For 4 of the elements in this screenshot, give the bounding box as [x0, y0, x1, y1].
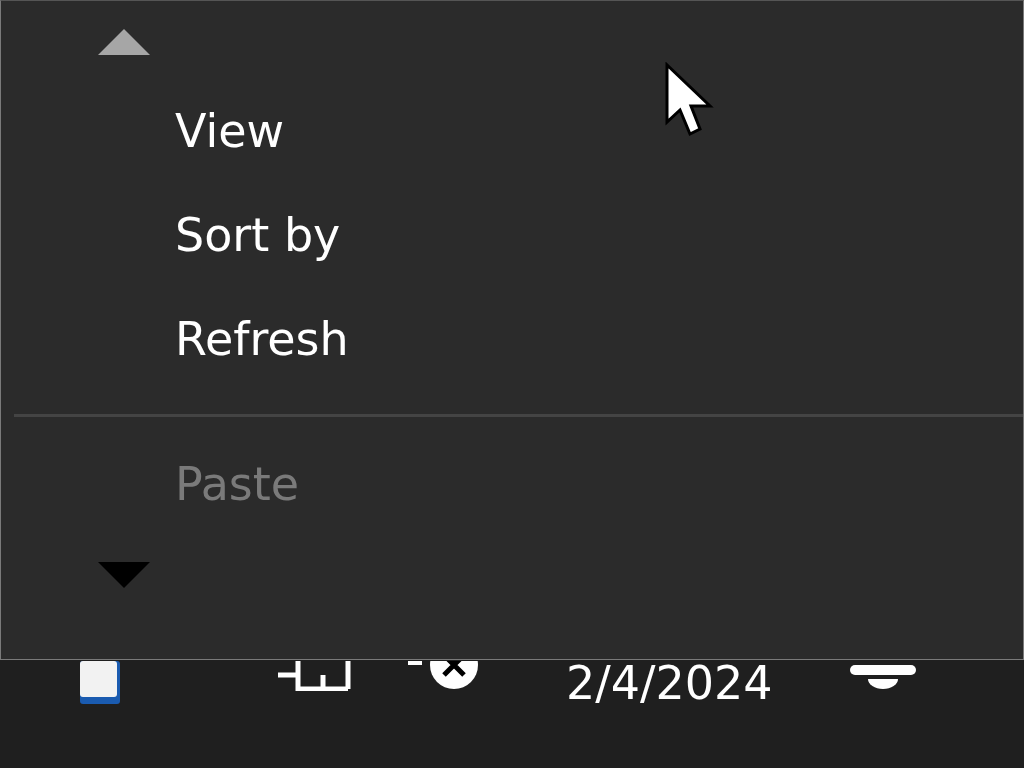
menu-item[interactable]: View — [175, 108, 285, 154]
taskbar-date: 2/4/2024 — [566, 660, 773, 706]
notepad-icon — [80, 661, 122, 704]
menu-item[interactable]: Refresh — [175, 316, 349, 362]
